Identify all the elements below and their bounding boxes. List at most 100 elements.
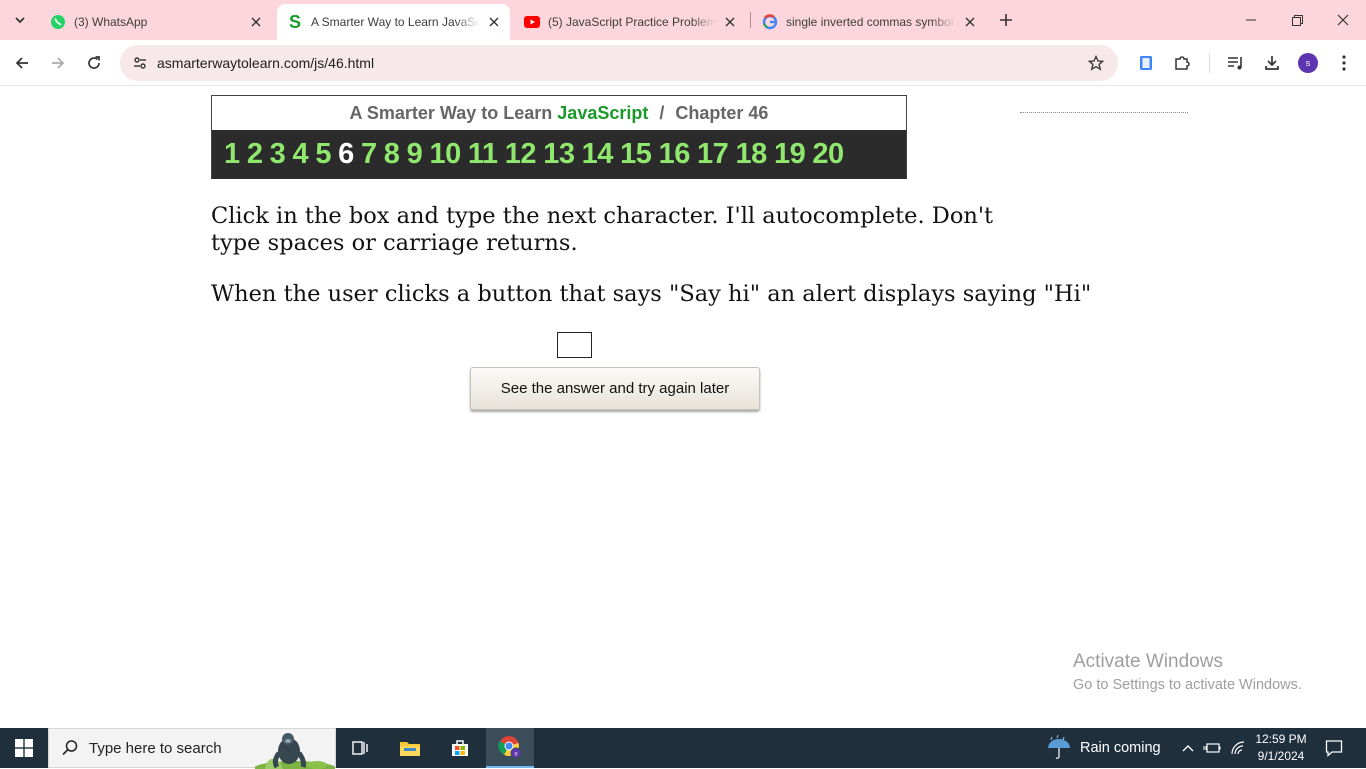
exercise-number-link[interactable]: 15 xyxy=(620,138,652,171)
address-bar[interactable]: asmarterwaytolearn.com/js/46.html xyxy=(120,45,1118,81)
windows-logo-icon xyxy=(15,739,33,757)
exercise-number-link[interactable]: 7 xyxy=(361,138,377,171)
back-button[interactable] xyxy=(8,49,36,77)
close-window-button[interactable] xyxy=(1320,0,1366,40)
notification-center-button[interactable] xyxy=(1320,728,1348,768)
google-icon xyxy=(762,14,778,30)
exercise-number-link[interactable]: 9 xyxy=(407,138,423,171)
tab-search-button[interactable] xyxy=(6,6,34,34)
tab-strip: (3) WhatsApp S A Smarter Way to Learn Ja… xyxy=(0,0,1366,40)
exercise-number-link[interactable]: 16 xyxy=(659,138,691,171)
tab-title: (3) WhatsApp xyxy=(74,15,148,29)
exercise-prompt: When the user clicks a button that says … xyxy=(211,281,1092,307)
close-icon[interactable] xyxy=(248,14,264,30)
exercise-number-link[interactable]: 4 xyxy=(292,138,308,171)
task-view-icon xyxy=(352,741,368,755)
svg-text:s: s xyxy=(515,752,518,758)
exercise-number-link[interactable]: 19 xyxy=(774,138,806,171)
close-icon xyxy=(1337,14,1349,26)
exercise-number-link[interactable]: 12 xyxy=(505,138,537,171)
new-tab-button[interactable] xyxy=(994,8,1018,32)
playlist-music-icon xyxy=(1228,57,1242,70)
download-icon xyxy=(1265,56,1279,70)
kebab-menu-icon xyxy=(1342,55,1346,71)
battery-tray-button[interactable] xyxy=(1200,728,1224,768)
reload-button[interactable] xyxy=(80,49,108,77)
exercise-number-link[interactable]: 10 xyxy=(429,138,461,171)
tab-whatsapp[interactable]: (3) WhatsApp xyxy=(40,4,272,40)
weather-widget[interactable]: Rain coming xyxy=(1046,728,1161,768)
exercise-number-list: 1 2 3 4 5 6 7 8 9 10 11 12 13 14 15 16 17 18 19 20 xyxy=(212,130,906,179)
search-placeholder: Type here to search xyxy=(89,740,222,757)
taskbar-search[interactable]: Type here to search xyxy=(48,728,336,769)
tab-youtube[interactable]: (5) JavaScript Practice Problems xyxy=(514,4,746,40)
plus-icon xyxy=(1000,14,1012,26)
close-icon[interactable] xyxy=(962,14,978,30)
restore-icon xyxy=(1291,14,1303,26)
system-clock[interactable]: 12:59 PM 9/1/2024 xyxy=(1252,731,1310,765)
exercise-number-link[interactable]: 14 xyxy=(582,138,614,171)
watermark-subtitle: Go to Settings to activate Windows. xyxy=(1073,677,1302,693)
tune-icon xyxy=(134,57,146,69)
arrow-left-icon xyxy=(15,57,28,69)
youtube-icon xyxy=(524,14,540,30)
chevron-up-icon xyxy=(1182,745,1194,752)
exercise-number-link[interactable]: 2 xyxy=(247,138,263,171)
clock-time: 12:59 PM xyxy=(1255,732,1307,746)
start-button[interactable] xyxy=(0,728,48,768)
see-answer-button[interactable]: See the answer and try again later xyxy=(470,367,760,410)
site-brand[interactable]: JavaScript xyxy=(557,103,648,123)
search-icon xyxy=(62,740,78,756)
exercise-number-link[interactable]: 20 xyxy=(812,138,844,171)
whatsapp-icon xyxy=(50,14,66,30)
instruction-text: Click in the box and type the next chara… xyxy=(211,203,994,256)
exercise-number-link[interactable]: 3 xyxy=(270,138,286,171)
weather-text: Rain coming xyxy=(1080,740,1161,756)
extension-button[interactable] xyxy=(1132,49,1160,77)
exercise-number-link[interactable]: 17 xyxy=(697,138,729,171)
file-explorer-button[interactable] xyxy=(386,728,434,768)
close-icon[interactable] xyxy=(722,14,738,30)
chapter-title: Chapter 46 xyxy=(675,103,769,123)
bookmark-star-button[interactable] xyxy=(1086,53,1106,73)
forward-button[interactable] xyxy=(44,49,72,77)
exercise-number-link[interactable]: 13 xyxy=(543,138,575,171)
toolbar-separator xyxy=(1209,53,1210,73)
network-tray-button[interactable] xyxy=(1226,728,1250,768)
chrome-taskbar-button[interactable]: s xyxy=(486,728,534,768)
tab-title: single inverted commas symbol xyxy=(786,15,954,29)
exercise-number-link[interactable]: 18 xyxy=(735,138,767,171)
media-controls-button[interactable] xyxy=(1222,49,1250,77)
arrow-right-icon xyxy=(52,57,65,69)
exercise-number-link[interactable]: 11 xyxy=(468,138,498,171)
show-hidden-icons-button[interactable] xyxy=(1176,728,1200,768)
exercise-number-link[interactable]: 5 xyxy=(315,138,331,171)
tab-smarter-way[interactable]: S A Smarter Way to Learn JavaScript xyxy=(277,4,510,40)
tab-title: (5) JavaScript Practice Problems xyxy=(548,15,716,29)
profile-avatar[interactable]: s xyxy=(1298,53,1318,73)
url-text[interactable]: asmarterwaytolearn.com/js/46.html xyxy=(157,55,374,71)
exercise-number-link[interactable]: 6 xyxy=(338,138,354,171)
exercise-number-link[interactable]: 8 xyxy=(384,138,400,171)
chapter-navigation: A Smarter Way to Learn JavaScript / Chap… xyxy=(211,95,907,179)
restore-button[interactable] xyxy=(1274,0,1320,40)
watermark-title: Activate Windows xyxy=(1073,651,1223,672)
store-icon xyxy=(452,740,468,756)
reload-icon xyxy=(88,56,100,69)
task-view-button[interactable] xyxy=(336,728,384,768)
browser-toolbar: asmarterwaytolearn.com/js/46.html xyxy=(0,40,1366,86)
answer-input[interactable] xyxy=(557,332,592,358)
close-icon[interactable] xyxy=(486,14,502,30)
puzzle-icon xyxy=(1175,56,1190,70)
minimize-button[interactable] xyxy=(1228,0,1274,40)
site-name[interactable]: A Smarter Way to Learn xyxy=(350,103,553,123)
chrome-icon: s xyxy=(498,736,522,759)
microsoft-store-button[interactable] xyxy=(436,728,484,768)
extensions-button[interactable] xyxy=(1168,49,1196,77)
tab-google[interactable]: single inverted commas symbol xyxy=(752,4,986,40)
exercise-number-link[interactable]: 1 xyxy=(224,138,240,171)
chrome-menu-button[interactable] xyxy=(1330,49,1358,77)
site-info-button[interactable] xyxy=(126,49,154,77)
wifi-icon xyxy=(1231,741,1245,755)
downloads-button[interactable] xyxy=(1258,49,1286,77)
